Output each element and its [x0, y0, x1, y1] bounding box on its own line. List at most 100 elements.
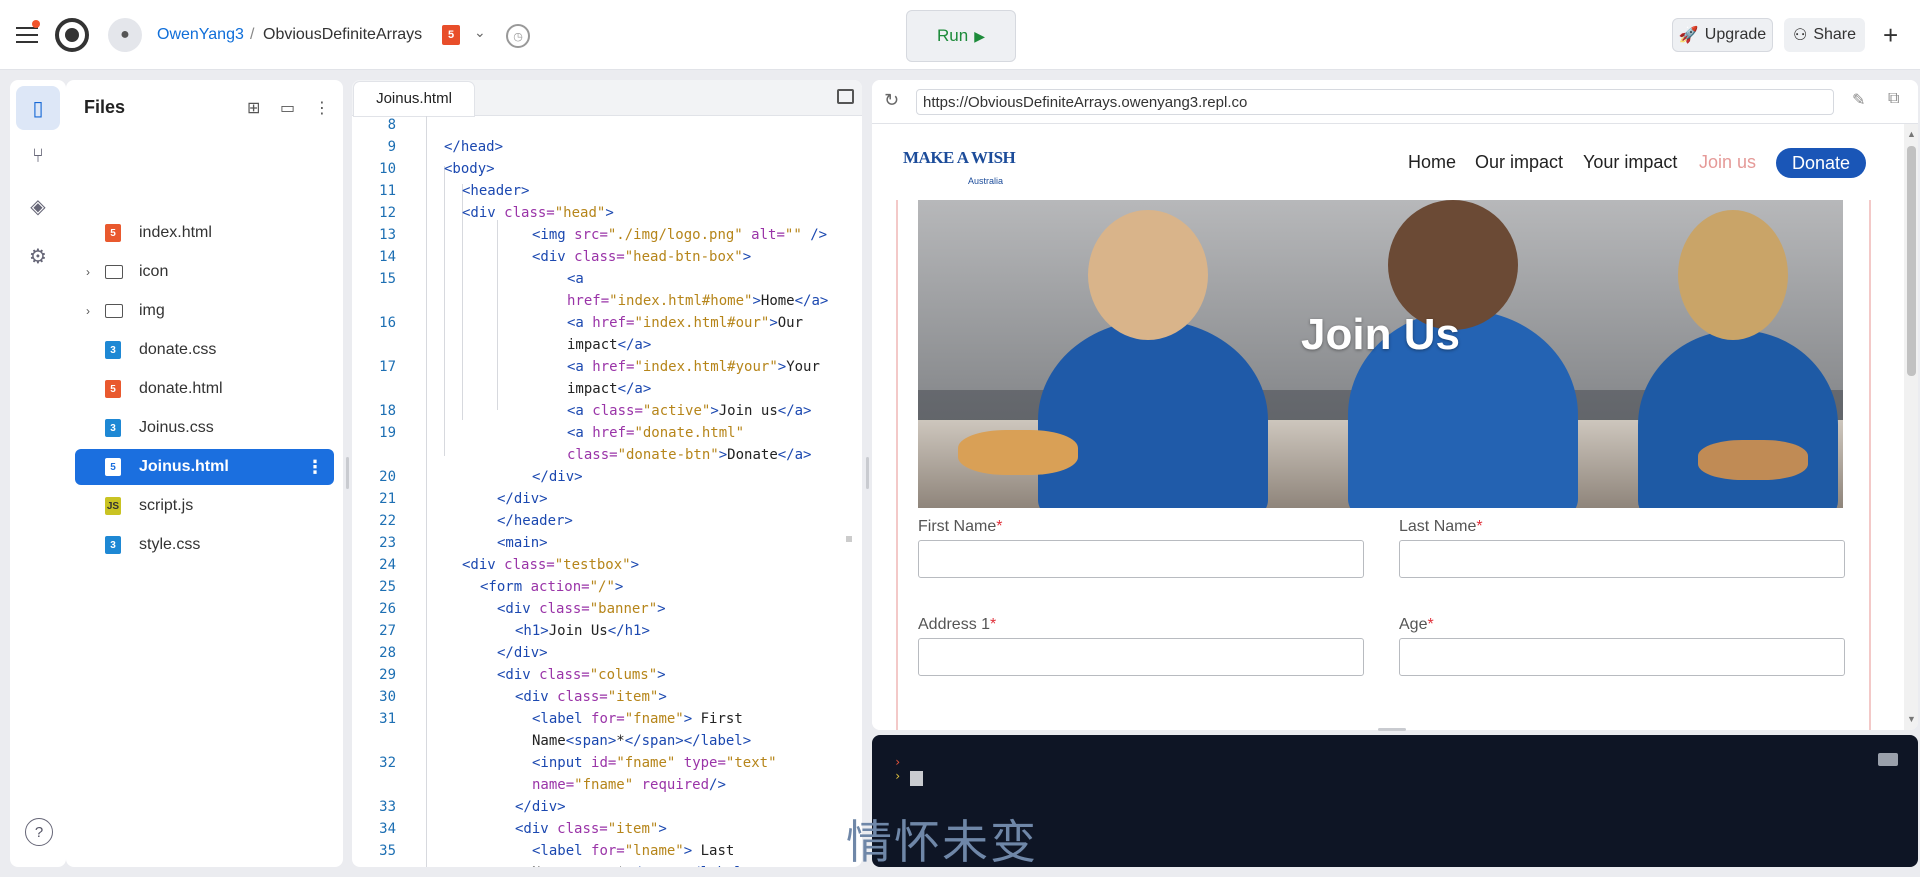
new-file-icon[interactable]: ⊞ — [247, 98, 260, 118]
code-line: <div class="item"> — [515, 689, 667, 705]
open-new-tab-icon[interactable]: ⧉ — [1888, 90, 1899, 108]
line-number: 13 — [379, 227, 396, 243]
file-item[interactable]: 3 donate.css — [75, 332, 334, 368]
logo-subtitle: Australia — [968, 176, 1004, 186]
nav-join-us[interactable]: Join us — [1699, 152, 1756, 173]
code-line: <input id="fname" type="text" — [532, 755, 777, 771]
age-input[interactable] — [1399, 638, 1845, 676]
packages-icon[interactable]: ◈ — [16, 184, 60, 228]
url-input[interactable]: https://ObviousDefiniteArrays.owenyang3.… — [916, 89, 1834, 115]
code-line: <label for="lname"> Last — [532, 843, 735, 859]
version-control-icon[interactable]: ⑂ — [16, 134, 60, 178]
line-number: 22 — [379, 513, 396, 529]
refresh-icon[interactable]: ↻ — [884, 90, 899, 111]
banner-image: Join Us — [918, 200, 1843, 508]
chevron-right-icon[interactable]: › — [86, 304, 90, 318]
folder-item[interactable]: › icon — [75, 254, 334, 290]
edit-icon[interactable]: ✎ — [1852, 90, 1865, 110]
file-name: Joinus.css — [139, 419, 214, 436]
scroll-down-icon[interactable]: ▼ — [1907, 714, 1916, 724]
share-label: Share — [1813, 26, 1857, 43]
line-number: 30 — [379, 689, 396, 705]
editor-layout-icon[interactable] — [837, 89, 854, 104]
clear-console-icon[interactable] — [1878, 753, 1898, 766]
file-item[interactable]: 5 index.html — [75, 215, 334, 251]
testbox: Join Us First Name* Last Name* Address 1… — [896, 200, 1871, 730]
first-name-input[interactable] — [918, 540, 1364, 578]
run-button[interactable]: Run ▶ — [906, 10, 1016, 62]
upgrade-button[interactable]: 🚀 Upgrade — [1672, 18, 1773, 52]
file-name: script.js — [139, 497, 194, 514]
file-item[interactable]: JS script.js — [75, 488, 334, 524]
file-item-selected[interactable]: 5 Joinus.html ⋮ — [75, 449, 334, 485]
code-area[interactable]: 8 9 10 11 12 13 14 15 16 17 18 19 20 21 … — [352, 116, 862, 867]
username-link[interactable]: OwenYang3 — [157, 26, 244, 44]
chevron-down-icon[interactable]: ⌄ — [474, 24, 486, 41]
code-line: <a — [567, 271, 584, 287]
folder-icon — [105, 265, 123, 279]
console-cursor — [910, 771, 923, 786]
rocket-icon: 🚀 — [1678, 27, 1699, 44]
code-editor: Joinus.html 8 9 10 11 12 13 14 15 16 17 … — [352, 80, 862, 867]
tab-joinus-html[interactable]: Joinus.html — [354, 82, 474, 116]
line-number: 10 — [379, 161, 396, 177]
more-options-icon[interactable]: ⋮ — [314, 98, 330, 118]
preview-scrollbar[interactable]: ▲ ▼ — [1904, 124, 1918, 730]
new-folder-icon[interactable]: ▭ — [280, 98, 295, 118]
code-line: Name<span>*</span></label> — [532, 733, 752, 749]
menu-icon[interactable] — [14, 20, 40, 48]
code-line: <img src="./img/logo.png" alt="" /> — [532, 227, 828, 243]
prompt-icon: › — [894, 769, 902, 783]
nav-your-impact[interactable]: Your impact — [1583, 152, 1677, 173]
code-line: <h1>Join Us</h1> — [515, 623, 650, 639]
make-a-wish-logo[interactable]: MAKE A WISH — [903, 148, 1016, 168]
last-name-input[interactable] — [1399, 540, 1845, 578]
line-number: 25 — [379, 579, 396, 595]
line-number: 35 — [379, 843, 396, 859]
nav-donate-button[interactable]: Donate — [1776, 148, 1866, 178]
top-bar: ● OwenYang3 / ObviousDefiniteArrays 5 ⌄ … — [0, 0, 1920, 70]
code-line: <a href="donate.html" — [567, 425, 745, 441]
scrollbar-thumb[interactable] — [1907, 146, 1916, 376]
nav-our-impact[interactable]: Our impact — [1475, 152, 1563, 173]
folder-item[interactable]: › img — [75, 293, 334, 329]
code-line: <div class="banner"> — [497, 601, 666, 617]
help-icon[interactable]: ? — [25, 818, 53, 846]
replit-logo-icon[interactable] — [55, 18, 89, 52]
history-icon[interactable]: ◷ — [506, 24, 530, 48]
file-item[interactable]: 5 donate.html — [75, 371, 334, 407]
file-item[interactable]: 3 style.css — [75, 527, 334, 563]
breadcrumb-separator: / — [250, 26, 255, 43]
chevron-right-icon[interactable]: › — [86, 265, 90, 279]
line-number: 16 — [379, 315, 396, 331]
line-number: 9 — [387, 139, 396, 155]
share-button[interactable]: ⚇ Share — [1784, 18, 1865, 52]
more-options-icon[interactable]: ⋮ — [306, 457, 324, 478]
address-input[interactable] — [918, 638, 1364, 676]
html-file-icon: 5 — [105, 224, 121, 242]
plus-icon[interactable]: + — [1883, 20, 1898, 51]
file-name: index.html — [139, 224, 212, 241]
line-number: 12 — [379, 205, 396, 221]
folder-icon — [105, 304, 123, 318]
line-number: 29 — [379, 667, 396, 683]
code-line: <main> — [497, 535, 548, 551]
settings-icon[interactable]: ⚙ — [16, 234, 60, 278]
panel-resize-handle[interactable] — [1378, 728, 1406, 731]
files-icon[interactable]: ▯ — [16, 86, 60, 130]
repl-name[interactable]: ObviousDefiniteArrays — [263, 26, 422, 44]
resize-handle[interactable] — [866, 457, 869, 489]
url-bar: ↻ https://ObviousDefiniteArrays.owenyang… — [872, 80, 1918, 124]
file-item[interactable]: 3 Joinus.css — [75, 410, 334, 446]
line-number: 11 — [379, 183, 396, 199]
resize-handle[interactable] — [346, 457, 349, 489]
editor-scroll-marker[interactable] — [846, 536, 852, 542]
avatar[interactable]: ● — [108, 18, 142, 52]
scroll-up-icon[interactable]: ▲ — [1907, 129, 1916, 139]
css-file-icon: 3 — [105, 419, 121, 437]
code-line: impact</a> — [567, 337, 652, 353]
nav-home[interactable]: Home — [1408, 152, 1456, 173]
html-file-icon: 5 — [105, 458, 121, 476]
code-line: <div class="head-btn-box"> — [532, 249, 752, 265]
code-line: href="index.html#home">Home</a> — [567, 293, 829, 309]
